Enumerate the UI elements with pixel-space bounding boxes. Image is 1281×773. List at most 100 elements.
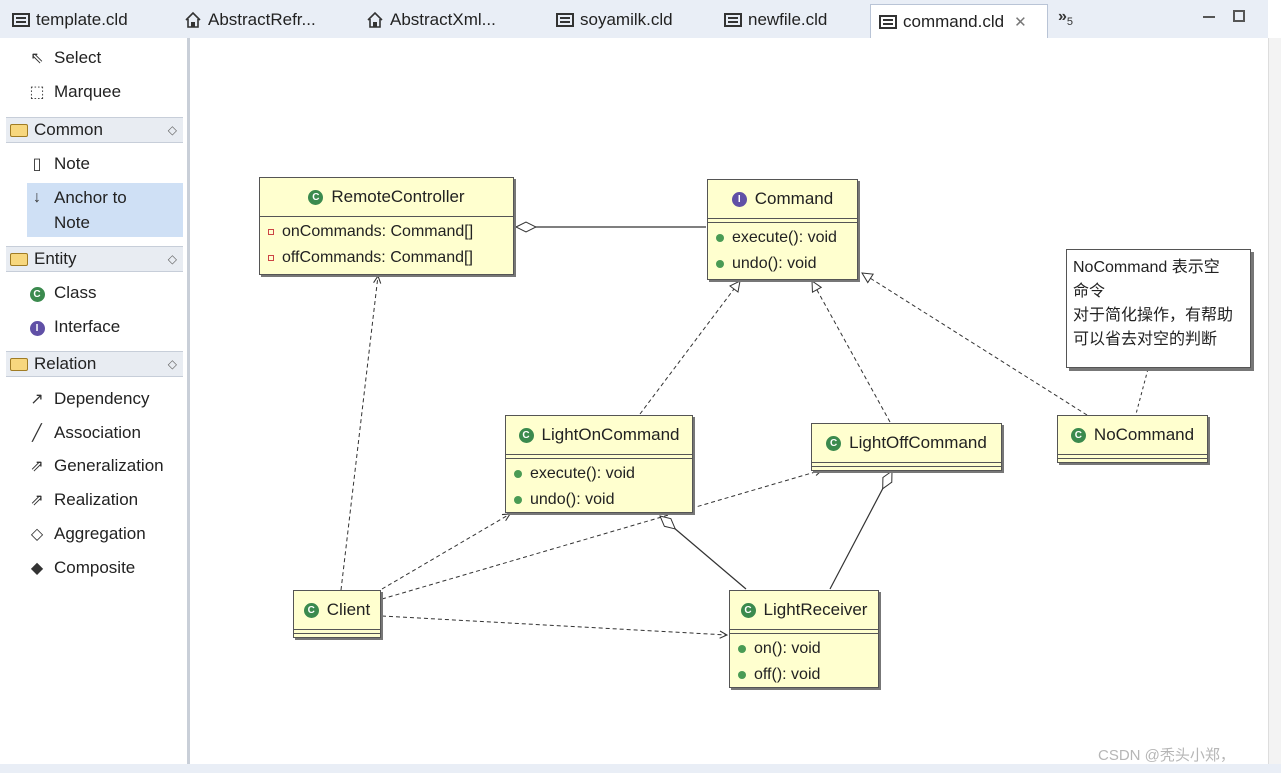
house-file-icon	[367, 11, 383, 28]
drawer-common[interactable]: Common ◇	[6, 117, 183, 143]
method-row[interactable]: undo(): void	[506, 487, 692, 513]
method-row[interactable]: execute(): void	[708, 225, 857, 251]
dependency-icon: ↗	[30, 391, 44, 408]
close-icon[interactable]: ✕	[1014, 13, 1027, 31]
tab-abstract-xml[interactable]: AbstractXml...	[358, 4, 543, 36]
folder-icon	[10, 252, 28, 266]
diagram-note[interactable]: NoCommand 表示空 命令 对于简化操作，有帮助 可以省去对空的判断	[1066, 249, 1251, 368]
class-light-receiver[interactable]: C LightReceiver on(): void off(): void	[729, 590, 879, 688]
class-client[interactable]: C Client	[293, 590, 381, 638]
public-method-icon	[716, 260, 724, 268]
realization-link[interactable]	[862, 273, 1088, 416]
pin-icon[interactable]: ◇	[168, 357, 177, 371]
tab-soyamilk[interactable]: soyamilk.cld	[548, 4, 708, 36]
association-icon: ╱	[32, 425, 42, 442]
house-file-icon	[185, 11, 201, 28]
private-field-icon	[268, 255, 274, 261]
tab-label: soyamilk.cld	[580, 10, 673, 29]
class-icon: C	[303, 602, 319, 618]
public-method-icon	[514, 496, 522, 504]
class-icon: C	[29, 287, 45, 302]
composite-icon: ◆	[30, 560, 44, 577]
vertical-scrollbar[interactable]	[1268, 38, 1281, 764]
palette: ⇖ Select ⬚ Marquee Common ◇ ▯ Note ↓ Anc…	[0, 38, 190, 764]
method-row[interactable]: on(): void	[730, 636, 878, 662]
tool-realization[interactable]: ⇗ Realization	[28, 485, 138, 515]
tool-dependency[interactable]: ↗ Dependency	[28, 384, 149, 414]
private-field-icon	[268, 229, 274, 235]
aggregation-link[interactable]	[829, 471, 893, 590]
editor-tab-bar: template.cld AbstractRefr... AbstractXml…	[0, 0, 1268, 39]
realization-icon: ⇗	[30, 492, 44, 509]
tool-interface[interactable]: I Interface	[28, 312, 120, 342]
class-light-off-command[interactable]: C LightOffCommand	[811, 423, 1002, 471]
interface-command[interactable]: I Command execute(): void undo(): void	[707, 179, 858, 280]
class-icon: C	[1070, 427, 1086, 443]
folder-icon	[10, 123, 28, 137]
diagram-file-icon	[879, 15, 897, 29]
tool-aggregation[interactable]: ◇ Aggregation	[28, 519, 146, 549]
folder-icon	[10, 357, 28, 371]
realization-link[interactable]	[639, 281, 740, 415]
aggregation-link[interactable]	[660, 516, 747, 590]
tab-label: template.cld	[36, 10, 128, 29]
maximize-button[interactable]	[1233, 10, 1245, 22]
bottom-edge	[0, 764, 1281, 773]
class-light-on-command[interactable]: C LightOnCommand execute(): void undo():…	[505, 415, 693, 513]
attribute-row[interactable]: onCommands: Command[]	[260, 219, 513, 245]
tab-abstract-refr[interactable]: AbstractRefr...	[176, 4, 352, 36]
method-row[interactable]: execute(): void	[506, 461, 692, 487]
note-anchor-link[interactable]	[1135, 368, 1149, 415]
pin-icon[interactable]: ◇	[168, 123, 177, 137]
tab-label: newfile.cld	[748, 10, 828, 29]
diagram-canvas[interactable]: C RemoteController onCommands: Command[]…	[190, 38, 1268, 764]
class-icon: C	[740, 602, 756, 618]
tab-label: AbstractRefr...	[208, 10, 316, 29]
public-method-icon	[738, 671, 746, 679]
drawer-entity[interactable]: Entity ◇	[6, 246, 183, 272]
method-row[interactable]: off(): void	[730, 662, 878, 688]
class-icon: C	[518, 427, 534, 443]
note-icon: ▯	[32, 156, 42, 173]
tab-label: AbstractXml...	[390, 10, 496, 29]
diagram-file-icon	[724, 13, 742, 27]
interface-icon: I	[29, 321, 45, 336]
class-icon: C	[826, 435, 842, 451]
tab-overflow-button[interactable]: »5	[1058, 8, 1073, 28]
class-no-command[interactable]: C NoCommand	[1057, 415, 1208, 463]
pin-icon[interactable]: ◇	[168, 252, 177, 266]
method-row[interactable]: undo(): void	[708, 251, 857, 277]
drawer-relation[interactable]: Relation ◇	[6, 351, 183, 377]
class-icon: C	[308, 189, 324, 205]
dependency-link[interactable]	[381, 615, 727, 635]
public-method-icon	[738, 645, 746, 653]
aggregation-icon: ◇	[30, 526, 44, 543]
tool-class[interactable]: C Class	[28, 278, 97, 308]
realization-link[interactable]	[812, 281, 891, 423]
interface-icon: I	[731, 191, 747, 207]
tool-marquee[interactable]: ⬚ Marquee	[28, 77, 121, 107]
anchor-icon: ↓	[33, 189, 41, 206]
tool-composite[interactable]: ◆ Composite	[28, 553, 135, 583]
arrow-cursor-icon: ⇖	[30, 50, 44, 67]
watermark: CSDN @秃头小郑，	[1098, 747, 1235, 764]
minimize-button[interactable]	[1203, 10, 1215, 18]
tab-template[interactable]: template.cld	[4, 4, 174, 36]
dependency-link[interactable]	[340, 276, 378, 591]
tab-label: command.cld	[903, 12, 1005, 31]
diagram-file-icon	[12, 13, 30, 27]
tab-command[interactable]: command.cld ✕	[870, 4, 1048, 39]
tool-note[interactable]: ▯ Note	[28, 149, 90, 179]
tab-newfile[interactable]: newfile.cld	[716, 4, 866, 36]
dependency-link[interactable]	[381, 514, 510, 590]
marquee-icon: ⬚	[29, 84, 45, 101]
tool-generalization[interactable]: ⇗ Generalization	[28, 451, 163, 481]
tool-association[interactable]: ╱ Association	[28, 418, 141, 448]
public-method-icon	[716, 234, 724, 242]
public-method-icon	[514, 470, 522, 478]
attribute-row[interactable]: offCommands: Command[]	[260, 245, 513, 271]
class-remote-controller[interactable]: C RemoteController onCommands: Command[]…	[259, 177, 514, 275]
tool-anchor-to-note[interactable]: ↓ Anchor to Note	[28, 185, 127, 235]
tool-select[interactable]: ⇖ Select	[28, 43, 101, 73]
diagram-file-icon	[556, 13, 574, 27]
